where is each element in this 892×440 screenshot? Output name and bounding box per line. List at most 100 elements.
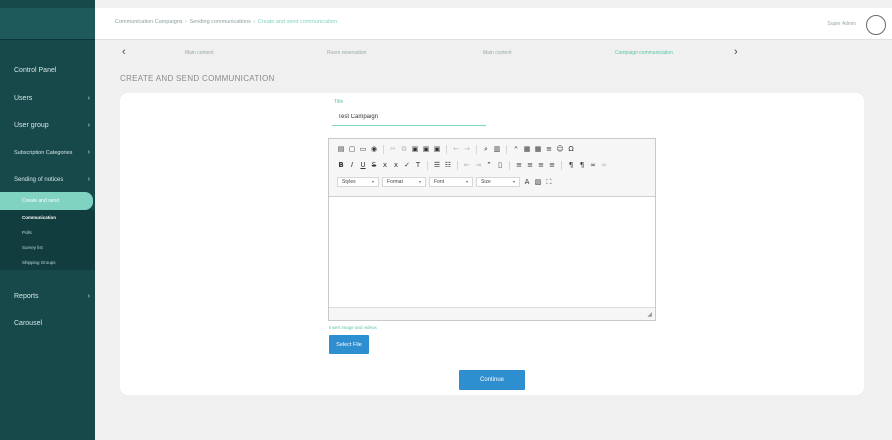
editor-toolbar: ▤ ▢ ▭ ◉ ✂ ⧉ ▣ ▣ ▣ ← → ⌕ ▥ ᴬ ▦ ▦ ≡ ☺ Ω B: [329, 139, 655, 197]
user-name[interactable]: Super Admin: [827, 21, 856, 27]
undo-icon[interactable]: ←: [452, 145, 460, 153]
unlink-icon[interactable]: ∞: [600, 161, 608, 169]
numbered-list-icon[interactable]: ☰: [433, 161, 441, 169]
align-left-icon[interactable]: ≡: [515, 161, 523, 169]
format-dropdown[interactable]: Format ▾: [382, 177, 426, 187]
styles-dropdown[interactable]: Styles ▾: [337, 177, 379, 187]
link-icon[interactable]: ∞: [589, 161, 597, 169]
breadcrumb-item-communication-campaigns[interactable]: Communication Campaigns: [115, 19, 183, 25]
copy-icon[interactable]: ⧉: [400, 145, 408, 153]
superscript-icon[interactable]: x: [392, 161, 400, 169]
sidebar-subitem-shipping-groups[interactable]: Shipping Groups: [0, 255, 95, 270]
editor-content-area[interactable]: [329, 197, 655, 307]
blockquote-icon[interactable]: ”: [485, 161, 493, 169]
justify-icon[interactable]: ≡: [548, 161, 556, 169]
sidebar-item-sending-of-notices[interactable]: Sending of notices ›: [0, 171, 95, 189]
rtl-icon[interactable]: ¶: [578, 161, 586, 169]
italic-icon[interactable]: I: [348, 161, 356, 169]
font-dropdown[interactable]: Font ▾: [429, 177, 473, 187]
next-step-arrow-icon[interactable]: ›: [734, 46, 738, 58]
cut-icon[interactable]: ✂: [389, 145, 397, 153]
title-input[interactable]: [332, 108, 486, 126]
insert-media-label: Insert image and videos: [329, 325, 377, 330]
sidebar-item-label: Subscription Categories: [14, 150, 73, 156]
table-icon[interactable]: ▦: [534, 145, 542, 153]
step-main-content[interactable]: Main content: [185, 50, 214, 56]
toolbar-separator: [506, 144, 507, 154]
new-page-icon[interactable]: ▭: [359, 145, 367, 153]
sidebar-subitem-survey-list[interactable]: Survey list: [0, 240, 95, 255]
sidebar-item-label: Carousel: [14, 320, 43, 327]
sidebar-item-carousel[interactable]: Carousel: [0, 315, 95, 333]
redo-icon[interactable]: →: [463, 145, 471, 153]
format-label: Format: [387, 179, 403, 185]
sidebar-subitem-communication[interactable]: Communication: [0, 210, 95, 225]
toolbar-separator: [476, 144, 477, 154]
select-file-button[interactable]: Select File: [329, 335, 369, 354]
sidebar-item-label: Sending of notices: [14, 177, 64, 183]
subscript-icon[interactable]: x: [381, 161, 389, 169]
sidebar-item-reports[interactable]: Reports ›: [0, 288, 95, 306]
smiley-icon[interactable]: ☺: [556, 145, 564, 153]
special-char-icon[interactable]: Ω: [567, 145, 575, 153]
div-icon[interactable]: ▯: [496, 161, 504, 169]
horizontal-line-icon[interactable]: ≡: [545, 145, 553, 153]
align-center-icon[interactable]: ≡: [526, 161, 534, 169]
align-right-icon[interactable]: ≡: [537, 161, 545, 169]
chevron-right-icon: ›: [87, 293, 90, 300]
bold-icon[interactable]: B: [337, 161, 345, 169]
prev-step-arrow-icon[interactable]: ‹: [122, 46, 126, 58]
sidebar-item-label: User group: [14, 122, 49, 129]
step-main-content-2[interactable]: Main content: [483, 50, 512, 56]
resize-handle-icon[interactable]: ◢: [647, 311, 652, 318]
sidebar-item-control-panel[interactable]: Control Panel: [0, 62, 95, 80]
paste-word-icon[interactable]: ▣: [433, 145, 441, 153]
preview-icon[interactable]: ◉: [370, 145, 378, 153]
breadcrumb-item-sending-communications[interactable]: Sending communications: [189, 19, 250, 25]
size-label: Size: [481, 179, 491, 185]
wizard-steps: ‹ Main content Room reservation Main con…: [95, 40, 892, 66]
rich-text-editor: ▤ ▢ ▭ ◉ ✂ ⧉ ▣ ▣ ▣ ← → ⌕ ▥ ᴬ ▦ ▦ ≡ ☺ Ω B: [328, 138, 656, 321]
editor-footer: ◢: [329, 307, 655, 320]
underline-icon[interactable]: U: [359, 161, 367, 169]
image-icon[interactable]: ▦: [523, 145, 531, 153]
chevron-down-icon: ▾: [418, 179, 421, 184]
copy-format-icon[interactable]: ✓: [403, 161, 411, 169]
sidebar-item-label: Communication: [22, 215, 57, 220]
remove-format-icon[interactable]: T: [414, 161, 422, 169]
replace-icon[interactable]: ▥: [493, 145, 501, 153]
spellcheck-icon[interactable]: ᴬ: [512, 145, 520, 153]
paste-icon[interactable]: ▣: [411, 145, 419, 153]
toolbar-separator: [383, 144, 384, 154]
maximize-icon[interactable]: ⛶: [545, 178, 553, 186]
sidebar-item-users[interactable]: Users ›: [0, 90, 95, 108]
chevron-down-icon: ▾: [465, 179, 468, 184]
chevron-down-icon: ▾: [512, 179, 515, 184]
step-room-reservation[interactable]: Room reservation: [327, 50, 366, 56]
ltr-icon[interactable]: ¶: [567, 161, 575, 169]
title-label: Title: [334, 99, 344, 105]
sidebar-subitem-create-and-send[interactable]: Create and send: [0, 192, 93, 210]
outdent-icon[interactable]: ⇤: [463, 161, 471, 169]
top-bar: Communication Campaigns › Sending commun…: [95, 8, 892, 40]
source-icon[interactable]: ▤: [337, 145, 345, 153]
bulleted-list-icon[interactable]: ☷: [444, 161, 452, 169]
sidebar-subitem-polls[interactable]: Polls: [0, 225, 95, 240]
background-color-icon[interactable]: ▨: [534, 178, 542, 186]
toolbar-separator: [509, 160, 510, 170]
sidebar-item-subscription-categories[interactable]: Subscription Categories ›: [0, 144, 95, 162]
paste-text-icon[interactable]: ▣: [422, 145, 430, 153]
size-dropdown[interactable]: Size ▾: [476, 177, 520, 187]
sidebar-item-user-group[interactable]: User group ›: [0, 117, 95, 135]
continue-button[interactable]: Continue: [459, 370, 525, 390]
avatar[interactable]: [866, 15, 886, 35]
save-icon[interactable]: ▢: [348, 145, 356, 153]
page-title: CREATE AND SEND COMMUNICATION: [120, 74, 275, 83]
find-icon[interactable]: ⌕: [482, 145, 490, 153]
breadcrumb-item-current: Create and send communication: [257, 19, 338, 25]
text-color-icon[interactable]: A: [523, 178, 531, 186]
indent-icon[interactable]: ⇥: [474, 161, 482, 169]
toolbar-separator: [427, 160, 428, 170]
step-campaign-communication[interactable]: Campaign communication: [615, 50, 673, 56]
strikethrough-icon[interactable]: S: [370, 161, 378, 169]
